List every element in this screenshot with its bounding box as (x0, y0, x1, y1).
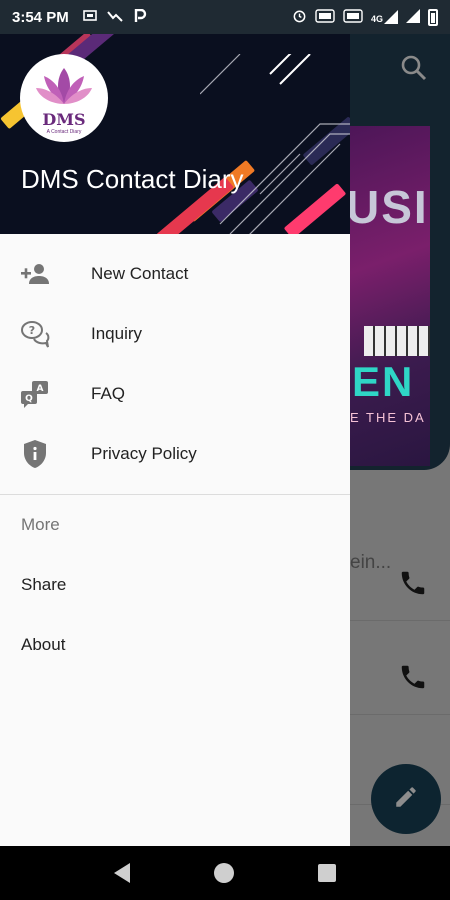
drawer-menu: New Contact ? Inquiry AQ FAQ Privacy Pol… (0, 244, 350, 675)
svg-text:?: ? (29, 324, 35, 337)
menu-item-label: Inquiry (91, 324, 143, 343)
menu-item-faq[interactable]: AQ FAQ (0, 364, 350, 424)
back-icon[interactable] (114, 863, 130, 883)
search-icon[interactable] (400, 54, 428, 82)
signal-icon (406, 8, 420, 26)
app-logo: DMS A Contact Diary (20, 54, 108, 142)
piano-keys-graphic (364, 326, 430, 356)
music-banner[interactable]: USI EN E THE DA (350, 126, 430, 466)
screen-share-icon (82, 9, 97, 25)
trend-down-icon (106, 10, 123, 25)
edit-fab-button[interactable] (371, 764, 441, 834)
phone-icon[interactable] (398, 568, 428, 598)
menu-item-share[interactable]: Share (0, 555, 350, 615)
menu-item-label: New Contact (91, 264, 189, 283)
menu-item-about[interactable]: About (0, 615, 350, 675)
status-time: 3:54 PM (12, 8, 69, 26)
list-item-snippet: ein... (350, 552, 392, 573)
volte-icon (315, 8, 335, 26)
list-divider (350, 620, 450, 621)
battery-icon (428, 8, 438, 26)
logo-subtext: A Contact Diary (46, 129, 82, 135)
lotus-icon (36, 68, 92, 104)
network-label: 4G (370, 14, 383, 24)
drawer-title: DMS Contact Diary (21, 164, 244, 194)
pencil-icon (393, 784, 419, 815)
decor-lines (200, 54, 350, 234)
parking-icon (133, 8, 147, 26)
app-screen: 3:54 PM 4G USI EN E THE DA ein... DMS A … (0, 0, 450, 900)
system-nav-bar (0, 846, 450, 900)
banner-tagline: E THE DA (350, 410, 426, 425)
question-chat-icon: ? (20, 319, 50, 349)
phone-icon[interactable] (398, 662, 428, 692)
svg-text:A: A (37, 384, 44, 394)
person-add-icon (20, 259, 50, 289)
drawer-header: DMS A Contact Diary DMS Contact Diary (0, 34, 350, 234)
menu-item-inquiry[interactable]: ? Inquiry (0, 304, 350, 364)
menu-item-label: FAQ (91, 384, 126, 403)
list-divider (350, 714, 450, 715)
svg-text:Q: Q (25, 394, 33, 404)
alarm-icon (292, 8, 307, 26)
menu-item-new-contact[interactable]: New Contact (0, 244, 350, 304)
section-title-more: More (21, 515, 60, 534)
signal-4g-icon: 4G (371, 10, 398, 24)
logo-text: DMS (42, 110, 86, 129)
qa-chat-icon: AQ (20, 379, 50, 409)
status-right-icons: 4G (292, 8, 438, 26)
recent-apps-icon[interactable] (318, 864, 336, 882)
status-bar: 3:54 PM 4G (0, 0, 450, 34)
banner-word-bottom: EN (352, 358, 415, 405)
volte-icon (343, 8, 363, 26)
banner-word-top: USI (350, 181, 429, 233)
home-icon[interactable] (214, 863, 234, 883)
shield-icon (20, 439, 50, 469)
menu-item-privacy-policy[interactable]: Privacy Policy (0, 424, 350, 484)
menu-item-label: Privacy Policy (91, 444, 197, 463)
navigation-drawer: DMS A Contact Diary DMS Contact Diary Ne… (0, 34, 350, 846)
